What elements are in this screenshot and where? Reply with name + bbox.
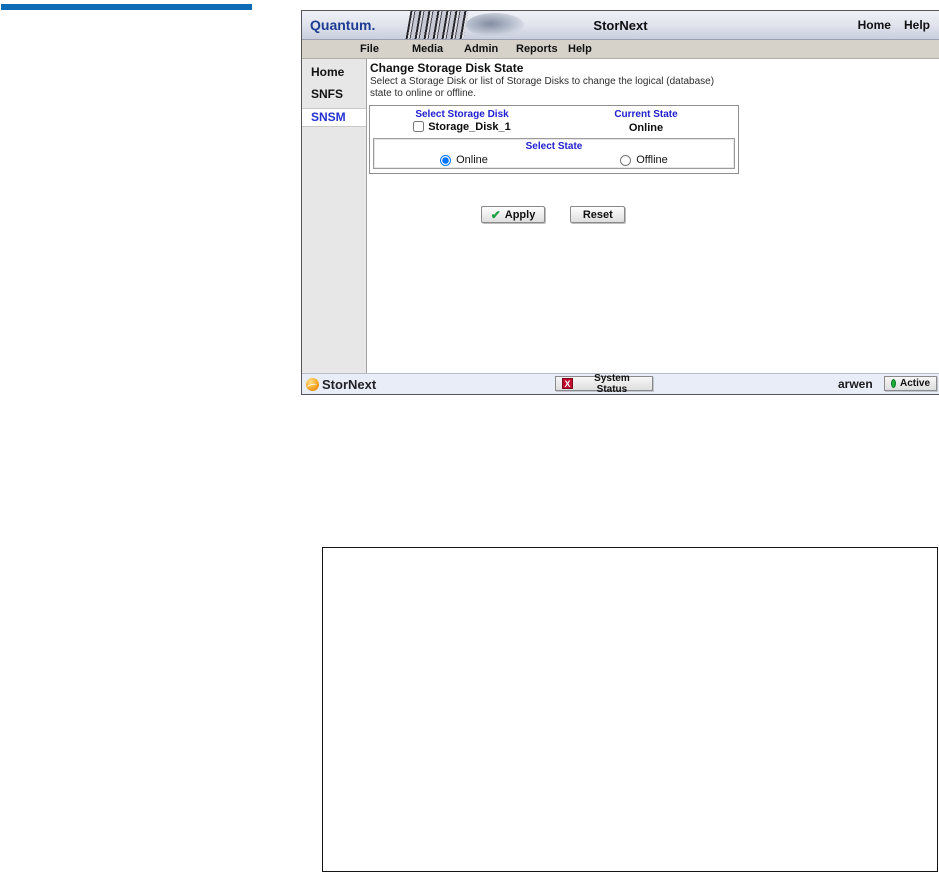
menu-item-reports[interactable]: Reports	[516, 43, 568, 55]
reset-button[interactable]: Reset	[570, 206, 626, 223]
action-buttons: ✔ Apply Reset	[369, 206, 737, 223]
quantum-logo: Quantum.	[310, 17, 376, 33]
select-state-panel: Select State Online Offline	[373, 138, 735, 169]
online-radio-label: Online	[456, 154, 488, 166]
sidebar-nav: Home SNFS SNSM	[302, 59, 367, 373]
current-state-value: Online	[628, 122, 664, 134]
stornext-orb-icon	[306, 377, 319, 391]
document-accent-rule	[1, 4, 252, 10]
main-content: Change Storage Disk State Select a Stora…	[367, 59, 939, 373]
window-body: Home SNFS SNSM Change Storage Disk State…	[302, 59, 939, 373]
menu-item-help[interactable]: Help	[568, 43, 620, 55]
column-header-current-state: Current State	[614, 109, 678, 120]
stornext-window: Quantum. StorNext Home Help File Media A…	[301, 10, 939, 395]
page-title: Change Storage Disk State	[370, 61, 524, 75]
page-description-line2: state to online or offline.	[370, 88, 476, 99]
stornext-brand-text: StorNext	[322, 376, 377, 392]
radio-option-online[interactable]: Online	[374, 154, 554, 166]
app-title: StorNext	[593, 17, 648, 33]
storage-disk-table: Select Storage Disk Current State Storag…	[369, 105, 739, 174]
sidebar-item-snfs[interactable]: SNFS	[302, 86, 366, 103]
apply-button[interactable]: ✔ Apply	[480, 206, 546, 223]
table-row: Storage_Disk_1 Online	[370, 120, 738, 136]
header-banner: Quantum. StorNext Home Help	[302, 11, 939, 40]
menu-bar: File Media Admin Reports Help	[302, 40, 939, 59]
help-link[interactable]: Help	[904, 18, 930, 32]
stornext-footer-logo: StorNext	[302, 377, 376, 392]
checkmark-icon: ✔	[490, 207, 501, 222]
select-state-options: Online Offline	[374, 154, 734, 166]
error-status-icon: X	[562, 378, 573, 389]
menu-item-file[interactable]: File	[360, 43, 412, 55]
sidebar-item-snsm[interactable]: SNSM	[302, 108, 366, 127]
apply-button-label: Apply	[504, 208, 536, 221]
storage-disk-name: Storage_Disk_1	[428, 120, 511, 133]
page-description-line1: Select a Storage Disk or list of Storage…	[370, 76, 715, 87]
system-status-label: System Status	[594, 372, 630, 395]
empty-figure-frame	[322, 547, 938, 872]
select-state-label: Select State	[525, 141, 583, 152]
logged-in-user: arwen	[838, 377, 873, 391]
offline-radio[interactable]	[620, 154, 632, 166]
menu-item-admin[interactable]: Admin	[464, 43, 516, 55]
column-header-select-storage-disk: Select Storage Disk	[415, 109, 509, 120]
sidebar-item-home[interactable]: Home	[302, 64, 366, 81]
page-description: Select a Storage Disk or list of Storage…	[370, 76, 714, 100]
header-links: Home Help	[858, 18, 939, 32]
online-radio[interactable]	[440, 154, 452, 166]
system-status-button[interactable]: X System Status	[555, 373, 653, 395]
reset-button-label: Reset	[582, 208, 613, 221]
active-status-icon	[891, 379, 896, 388]
status-bar: StorNext X System Status arwen Active	[302, 373, 939, 395]
storage-disk-checkbox[interactable]	[413, 121, 425, 133]
active-status-label: Active	[899, 378, 930, 389]
radio-option-offline[interactable]: Offline	[554, 154, 734, 166]
active-status-button[interactable]: Active	[884, 376, 937, 391]
menu-item-media[interactable]: Media	[412, 43, 464, 55]
home-link[interactable]: Home	[858, 18, 891, 32]
offline-radio-label: Offline	[636, 154, 668, 166]
table-header-row: Select Storage Disk Current State	[370, 106, 738, 120]
